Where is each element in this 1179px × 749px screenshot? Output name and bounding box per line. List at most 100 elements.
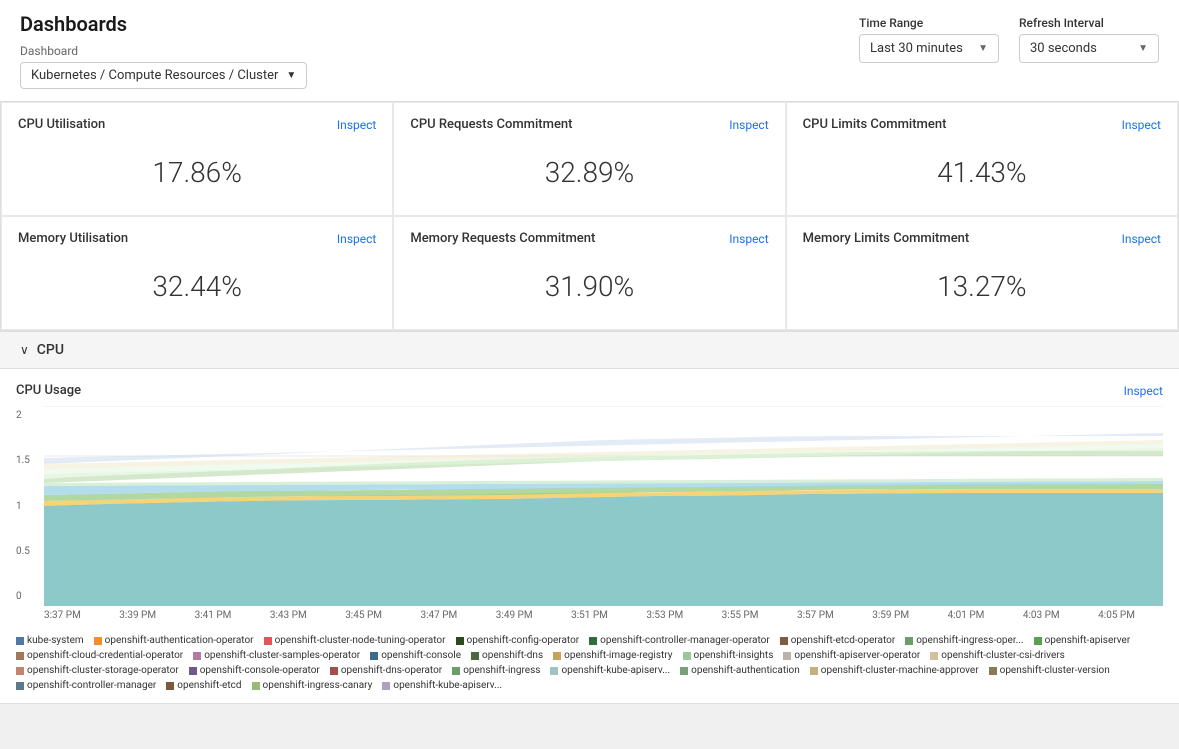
legend-label: openshift-kube-apiserv...	[561, 665, 670, 676]
legend-label: openshift-controller-manager	[27, 680, 156, 691]
time-range-value: Last 30 minutes	[870, 41, 963, 56]
legend-item: openshift-apiserver	[1034, 635, 1131, 646]
metric-card-header: CPU Utilisation Inspect	[18, 117, 376, 132]
legend-color-dot	[810, 667, 818, 675]
inspect-link[interactable]: Inspect	[337, 118, 376, 132]
legend-label: openshift-authentication-operator	[105, 635, 254, 646]
cpu-section-label: CPU	[37, 342, 64, 358]
inspect-link[interactable]: Inspect	[1122, 232, 1161, 246]
time-range-select[interactable]: Last 30 minutes ▼	[859, 34, 999, 63]
legend-item: openshift-console	[370, 650, 461, 661]
legend-item: openshift-cluster-node-tuning-operator	[264, 635, 446, 646]
legend-item: openshift-ingress-oper...	[905, 635, 1023, 646]
legend-label: openshift-console	[381, 650, 461, 661]
metric-value: 17.86%	[18, 148, 376, 201]
legend-item: openshift-kube-apiserv...	[382, 680, 502, 691]
legend-color-dot	[16, 682, 24, 690]
metric-card-header: Memory Limits Commitment Inspect	[803, 231, 1161, 246]
legend-color-dot	[16, 637, 24, 645]
legend-color-dot	[456, 637, 464, 645]
legend-label: openshift-console-operator	[200, 665, 320, 676]
header-left: Dashboards Dashboard Kubernetes / Comput…	[20, 12, 307, 89]
chart-legend: kube-system openshift-authentication-ope…	[0, 627, 1179, 703]
metric-value: 32.44%	[18, 262, 376, 315]
x-label: 3:51 PM	[571, 610, 608, 621]
collapse-icon[interactable]: ∨	[20, 343, 29, 357]
refresh-interval-label: Refresh Interval	[1019, 16, 1159, 30]
legend-label: openshift-kube-apiserv...	[393, 680, 502, 691]
legend-item: openshift-authentication	[680, 665, 800, 676]
inspect-link[interactable]: Inspect	[729, 232, 768, 246]
legend-item: openshift-config-operator	[456, 635, 580, 646]
legend-color-dot	[193, 652, 201, 660]
y-label-2: 2	[16, 410, 30, 421]
time-range-label: Time Range	[859, 16, 999, 30]
legend-label: openshift-apiserver-operator	[794, 650, 920, 661]
dashboard-value: Kubernetes / Compute Resources / Cluster	[31, 68, 278, 83]
legend-item: openshift-dns	[471, 650, 543, 661]
chevron-down-icon: ▼	[978, 43, 988, 54]
legend-item: openshift-controller-manager-operator	[589, 635, 770, 646]
legend-label: openshift-authentication	[691, 665, 800, 676]
chart-header: CPU Usage Inspect	[0, 369, 1179, 406]
y-label-1: 1	[16, 501, 30, 512]
legend-label: openshift-ingress-oper...	[916, 635, 1023, 646]
legend-color-dot	[471, 652, 479, 660]
dashboard-select[interactable]: Kubernetes / Compute Resources / Cluster…	[20, 62, 307, 89]
x-label: 3:57 PM	[797, 610, 834, 621]
x-axis: 3:37 PM 3:39 PM 3:41 PM 3:43 PM 3:45 PM …	[0, 606, 1179, 627]
metrics-grid: CPU Utilisation Inspect 17.86% CPU Reque…	[0, 102, 1179, 331]
header-right: Time Range Last 30 minutes ▼ Refresh Int…	[859, 12, 1159, 63]
refresh-interval-control: Refresh Interval 30 seconds ▼	[1019, 16, 1159, 63]
chevron-down-icon: ▼	[286, 70, 296, 81]
legend-color-dot	[780, 637, 788, 645]
metric-card-header: CPU Requests Commitment Inspect	[410, 117, 768, 132]
x-label: 4:03 PM	[1023, 610, 1060, 621]
dashboard-label: Dashboard	[20, 44, 307, 58]
refresh-interval-value: 30 seconds	[1030, 41, 1097, 56]
legend-label: openshift-cluster-csi-drivers	[941, 650, 1065, 661]
cpu-section-header: ∨ CPU	[0, 331, 1179, 369]
legend-item: openshift-kube-apiserv...	[550, 665, 670, 676]
metric-title: Memory Limits Commitment	[803, 231, 970, 246]
metric-value: 13.27%	[803, 262, 1161, 315]
legend-label: openshift-cluster-storage-operator	[27, 665, 179, 676]
legend-item: kube-system	[16, 635, 84, 646]
legend-color-dot	[382, 682, 390, 690]
cpu-chart-inspect-link[interactable]: Inspect	[1124, 384, 1163, 398]
x-label: 3:41 PM	[195, 610, 232, 621]
legend-color-dot	[189, 667, 197, 675]
legend-item: openshift-ingress-canary	[252, 680, 373, 691]
legend-item: openshift-authentication-operator	[94, 635, 254, 646]
metric-card-5: Memory Limits Commitment Inspect 13.27%	[786, 216, 1178, 330]
y-label-1-5: 1.5	[16, 455, 30, 466]
legend-color-dot	[16, 652, 24, 660]
legend-item: openshift-ingress	[452, 665, 540, 676]
legend-color-dot	[683, 652, 691, 660]
legend-item: openshift-cluster-version	[989, 665, 1110, 676]
legend-label: openshift-cluster-node-tuning-operator	[275, 635, 446, 646]
metric-title: Memory Utilisation	[18, 231, 128, 246]
inspect-link[interactable]: Inspect	[337, 232, 376, 246]
legend-label: openshift-cluster-samples-operator	[204, 650, 360, 661]
legend-item: openshift-etcd	[166, 680, 241, 691]
inspect-link[interactable]: Inspect	[729, 118, 768, 132]
legend-item: openshift-cluster-samples-operator	[193, 650, 360, 661]
legend-label: openshift-cluster-version	[1000, 665, 1110, 676]
x-label: 3:59 PM	[872, 610, 909, 621]
legend-color-dot	[94, 637, 102, 645]
legend-item: openshift-etcd-operator	[780, 635, 896, 646]
legend-label: openshift-image-registry	[564, 650, 672, 661]
chart-title: CPU Usage	[16, 383, 81, 398]
metric-value: 31.90%	[410, 262, 768, 315]
inspect-link[interactable]: Inspect	[1122, 118, 1161, 132]
cpu-usage-chart: CPU Usage Inspect 2 1.5 1 0.5 0	[0, 369, 1179, 704]
x-label: 3:55 PM	[722, 610, 759, 621]
legend-color-dot	[330, 667, 338, 675]
x-label: 3:37 PM	[44, 610, 81, 621]
metric-title: CPU Limits Commitment	[803, 117, 947, 132]
legend-label: openshift-dns	[482, 650, 543, 661]
legend-item: openshift-controller-manager	[16, 680, 156, 691]
x-label: 3:49 PM	[496, 610, 533, 621]
refresh-interval-select[interactable]: 30 seconds ▼	[1019, 34, 1159, 63]
